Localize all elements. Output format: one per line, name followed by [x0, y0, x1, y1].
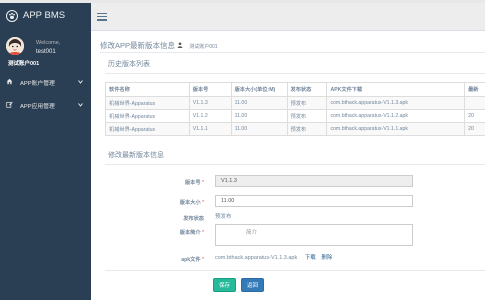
- brand[interactable]: APP BMS: [0, 3, 91, 28]
- back-button[interactable]: 返回: [241, 278, 264, 292]
- status-label: 发布状态: [183, 216, 204, 222]
- size-label: 版本大小 *: [179, 200, 204, 206]
- apk-download-link[interactable]: com.bthack.apparatus-V1.1.3.apk: [326, 96, 466, 110]
- page-title-user: 测试账户001: [189, 44, 218, 50]
- column-header: 软件名称: [105, 82, 190, 97]
- avatar: [6, 37, 24, 55]
- divider: [100, 52, 485, 53]
- delete-link[interactable]: 删除: [321, 255, 332, 261]
- app-title: APP BMS: [23, 10, 66, 21]
- desc-label: 版本简介 *: [179, 230, 204, 236]
- sidebar-item-app[interactable]: APP应用管理: [0, 94, 91, 117]
- sidebar-item-label: APP应用管理: [20, 104, 55, 110]
- table-row: 机械世界-Apparatus V1.1.1 11.00 预发布 com.btha…: [105, 122, 485, 136]
- form-row-version: 版本号 * V1.1.3: [91, 175, 485, 189]
- divider: [105, 164, 485, 165]
- table-cell: 预发布: [286, 122, 328, 136]
- home-icon: [6, 78, 15, 87]
- apk-download-link[interactable]: com.bthack.apparatus-V1.1.1.apk: [326, 122, 466, 136]
- download-link[interactable]: 下载: [305, 255, 316, 261]
- edit-icon: [6, 101, 15, 110]
- username: test001: [36, 49, 56, 55]
- column-header: 最新: [464, 82, 485, 97]
- table-cell: 预发布: [286, 109, 328, 123]
- status-value: 预发布: [215, 214, 232, 220]
- page-title-text: 修改APP最新版本信息: [100, 41, 176, 50]
- table-cell: V1.1.1: [188, 122, 232, 136]
- apk-download-link[interactable]: com.bthack.apparatus-V1.1.2.apk: [326, 109, 466, 123]
- table-cell: V1.1.3: [188, 96, 232, 110]
- table-cell: 11.00: [230, 96, 288, 110]
- role-label: 测试账户001: [8, 61, 40, 67]
- column-header: 版本大小(单位:M): [230, 82, 288, 97]
- table-cell: 预发布: [286, 96, 328, 110]
- table-cell: 机械世界-Apparatus: [105, 96, 190, 110]
- history-table: 软件名称 版本号 版本大小(单位:M) 发布状态 APK文件下载 最新 机械世界…: [105, 82, 485, 136]
- size-field[interactable]: 11.00: [215, 195, 413, 207]
- sidebar-menu: APP账户管理 APP应用管理: [0, 71, 91, 117]
- column-header: 版本号: [188, 82, 232, 97]
- table-cell: 20: [464, 122, 485, 136]
- table-cell: 机械世界-Apparatus: [105, 122, 190, 136]
- save-button[interactable]: 保存: [213, 278, 236, 292]
- divider: [105, 270, 485, 271]
- column-header: 发布状态: [286, 82, 328, 97]
- table-cell: 11.00: [230, 109, 288, 123]
- table-cell: [464, 96, 485, 110]
- version-field[interactable]: V1.1.3: [215, 175, 413, 187]
- divider: [105, 73, 485, 74]
- table-row: 机械世界-Apparatus V1.1.3 11.00 预发布 com.btha…: [105, 96, 485, 110]
- table-header-row: 软件名称 版本号 版本大小(单位:M) 发布状态 APK文件下载 最新: [105, 82, 485, 97]
- column-header: APK文件下载: [326, 82, 466, 97]
- history-heading: 历史版本列表: [108, 61, 150, 68]
- desc-textarea[interactable]: 简介: [215, 224, 413, 246]
- table-cell: V1.1.2: [188, 109, 232, 123]
- paw-icon: [6, 9, 18, 22]
- table-cell: 机械世界-Apparatus: [105, 109, 190, 123]
- user-icon: [177, 41, 185, 50]
- menu-toggle-icon[interactable]: [97, 12, 107, 21]
- form-row-desc: 版本简介 * 简介: [91, 224, 485, 246]
- table-cell: 20: [464, 109, 485, 123]
- top-navbar: [91, 3, 485, 31]
- form-row-size: 版本大小 * 11.00: [91, 195, 485, 209]
- chevron-down-icon: [78, 102, 83, 109]
- table-cell: 11.00: [230, 122, 288, 136]
- sidebar-item-account[interactable]: APP账户管理: [0, 71, 91, 94]
- edit-heading: 修改最新版本信息: [108, 152, 164, 159]
- page-title: 修改APP最新版本信息 测试账户001: [100, 40, 218, 51]
- sidebar-item-label: APP账户管理: [20, 81, 55, 87]
- apk-label: apk文件 *: [181, 257, 204, 263]
- chevron-down-icon: [78, 79, 83, 86]
- apk-file: com.bthack.apparatus-V1.1.3.apk 下载 删除: [215, 253, 332, 261]
- form-row-apk: apk文件 * com.bthack.apparatus-V1.1.3.apk …: [91, 253, 485, 267]
- version-label: 版本号 *: [184, 180, 204, 186]
- sidebar: APP BMS Welcome, test001 测试账户001 APP账户管理: [0, 3, 91, 300]
- main-content: 修改APP最新版本信息 测试账户001 历史版本列表 软件名称 版本号 版本大小…: [91, 3, 485, 300]
- table-row: 机械世界-Apparatus V1.1.2 11.00 预发布 com.btha…: [105, 109, 485, 123]
- welcome-text: Welcome,: [36, 40, 61, 46]
- apk-filename: com.bthack.apparatus-V1.1.3.apk: [215, 255, 298, 261]
